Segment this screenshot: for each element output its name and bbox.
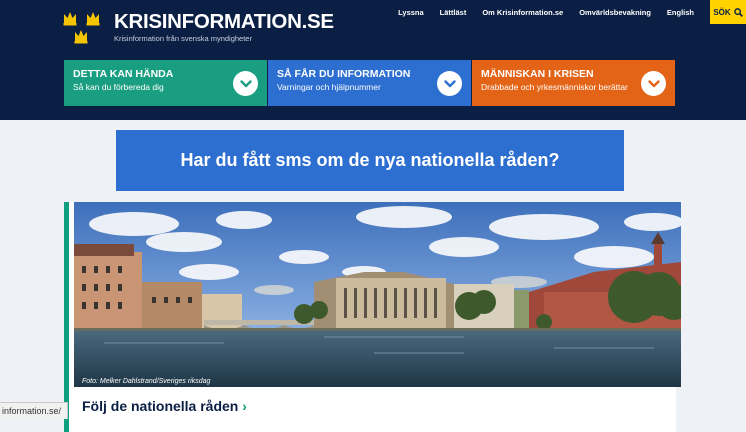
nav-lyssna[interactable]: Lyssna [398, 8, 424, 17]
card-link-text: Följ de nationella råden [82, 398, 238, 414]
nav-omvarldsbevakning[interactable]: Omvärldsbevakning [579, 8, 651, 17]
three-crowns-icon [62, 10, 106, 44]
site-name: KRISINFORMATION.SE [114, 10, 334, 34]
banner-text: Har du fått sms om de nya nationella råd… [180, 150, 559, 171]
category-tiles: DETTA KAN HÄNDA Så kan du förbereda dig … [64, 60, 676, 106]
chevron-down-icon[interactable] [641, 71, 666, 96]
chevron-down-icon[interactable] [437, 71, 462, 96]
nav-lattlast[interactable]: Lättläst [440, 8, 467, 17]
tile-manniskan-i-krisen[interactable]: MÄNNISKAN I KRISEN Drabbade och yrkesmän… [472, 60, 675, 106]
news-card[interactable]: Foto: Melker Dahlstrand/Sveriges riksdag… [64, 202, 676, 432]
sms-info-banner[interactable]: Har du fått sms om de nya nationella råd… [116, 130, 624, 191]
top-navigation: Lyssna Lättläst Om Krisinformation.se Om… [398, 0, 746, 24]
browser-status-url: information.se/ [0, 402, 68, 419]
photo-credit: Foto: Melker Dahlstrand/Sveriges riksdag [82, 378, 210, 385]
site-logo[interactable]: KRISINFORMATION.SE Krisinformation från … [62, 10, 334, 44]
chevron-down-icon[interactable] [233, 71, 258, 96]
tile-sa-far-du-information[interactable]: SÅ FÅR DU INFORMATION Varningar och hjäl… [268, 60, 471, 106]
tile-detta-kan-handa[interactable]: DETTA KAN HÄNDA Så kan du förbereda dig [64, 60, 267, 106]
riksdag-photo: Foto: Melker Dahlstrand/Sveriges riksdag [74, 202, 681, 387]
nav-english[interactable]: English [667, 8, 694, 17]
chevron-right-icon: › [242, 398, 247, 414]
search-icon [734, 8, 743, 17]
card-link[interactable]: Följ de nationella råden › [82, 398, 247, 414]
search-label: SÖK [713, 8, 730, 17]
search-button[interactable]: SÖK [710, 0, 746, 24]
nav-om[interactable]: Om Krisinformation.se [482, 8, 563, 17]
site-header: KRISINFORMATION.SE Krisinformation från … [0, 0, 746, 120]
site-tagline: Krisinformation från svenska myndigheter [114, 34, 334, 43]
